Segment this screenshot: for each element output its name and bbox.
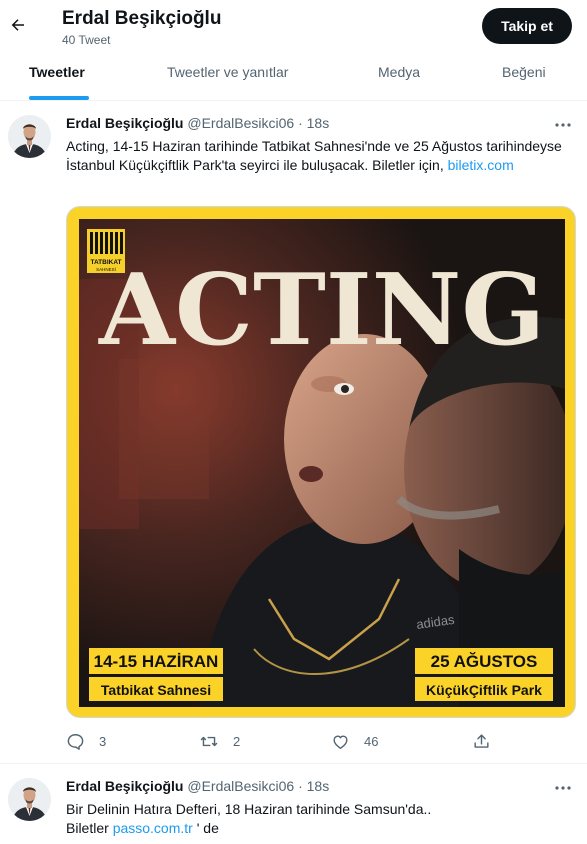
like-count: 46 — [364, 733, 379, 749]
tab-tweets-and-replies[interactable]: Tweetler ve yanıtlar — [167, 52, 288, 101]
tweet-body-pre: Biletler — [66, 820, 113, 836]
share-icon — [474, 733, 489, 748]
tweet-time[interactable]: 18s — [307, 778, 330, 794]
left-venue: Tatbikat Sahnesi — [101, 682, 211, 698]
tweet[interactable]: Erdal Beşikçioğlu @ErdalBesikci06 · 18s … — [0, 101, 587, 763]
tweet-body-line1: Bir Delinin Hatıra Defteri, 18 Haziran t… — [66, 801, 432, 817]
poster-photo: ACTING adidas TATBIKAT SAHNESİ 14-15 HAZ… — [79, 219, 565, 707]
back-button[interactable] — [4, 9, 32, 41]
reply-count: 3 — [99, 733, 107, 749]
tweet-body-post: ' de — [192, 820, 219, 836]
tweet-media[interactable]: ACTING adidas TATBIKAT SAHNESİ 14-15 HAZ… — [66, 206, 576, 718]
retweet-count: 2 — [233, 733, 241, 749]
tweet-time[interactable]: 18s — [307, 115, 330, 131]
author-name[interactable]: Erdal Beşikçioğlu — [66, 778, 183, 794]
logo-subtext: SAHNESİ — [96, 266, 116, 272]
arrow-left-icon — [11, 19, 24, 31]
more-horizontal-icon — [555, 786, 571, 790]
tweet-header: Erdal Beşikçioğlu @ErdalBesikci06 · 18s — [66, 115, 329, 131]
poster-title: ACTING — [98, 253, 545, 368]
right-date: 25 AĞUSTOS — [431, 652, 538, 671]
author-name[interactable]: Erdal Beşikçioğlu — [66, 115, 183, 131]
tweet-body-line2: Biletler passo.com.tr ' de — [66, 819, 572, 838]
tweet[interactable]: Erdal Beşikçioğlu @ErdalBesikci06 · 18s … — [0, 764, 587, 844]
tab-likes[interactable]: Beğeni — [502, 52, 546, 101]
more-horizontal-icon — [555, 123, 571, 127]
tweet-count: 40 Tweet — [62, 33, 111, 47]
tweet-actions: 3 2 46 — [66, 730, 496, 752]
more-options-button[interactable] — [552, 781, 574, 795]
separator-dot: · — [298, 115, 303, 131]
logo-text: TATBIKAT — [90, 259, 121, 266]
active-tab-indicator — [29, 96, 89, 100]
follow-button[interactable]: Takip et — [482, 8, 572, 44]
avatar[interactable] — [8, 778, 51, 821]
profile-header: Erdal Beşikçioğlu 40 Tweet Takip et — [0, 0, 587, 52]
profile-tabs: Tweetler Tweetler ve yanıtlar Medya Beğe… — [0, 52, 587, 101]
retweet-button[interactable]: 2 — [199, 730, 240, 752]
heart-icon — [333, 734, 348, 749]
reply-icon — [67, 733, 84, 750]
author-handle[interactable]: @ErdalBesikci06 — [187, 115, 294, 131]
tweet-header: Erdal Beşikçioğlu @ErdalBesikci06 · 18s — [66, 778, 329, 794]
separator-dot: · — [298, 778, 303, 794]
right-venue: KüçükÇiftlik Park — [426, 682, 542, 698]
like-button[interactable]: 46 — [331, 730, 378, 752]
share-button[interactable] — [472, 730, 491, 752]
profile-name: Erdal Beşikçioğlu — [62, 8, 222, 29]
tweet-text: Bir Delinin Hatıra Defteri, 18 Haziran t… — [66, 800, 572, 838]
retweet-icon — [200, 736, 218, 746]
tweet-link[interactable]: passo.com.tr — [113, 820, 193, 836]
tab-media[interactable]: Medya — [378, 52, 420, 101]
reply-button[interactable]: 3 — [66, 730, 106, 752]
tweet-text: Acting, 14-15 Haziran tarihinde Tatbikat… — [66, 137, 572, 175]
left-date: 14-15 HAZİRAN — [94, 652, 219, 671]
tab-tweets[interactable]: Tweetler — [29, 52, 85, 101]
tweet-link[interactable]: biletix.com — [448, 157, 514, 173]
author-handle[interactable]: @ErdalBesikci06 — [187, 778, 294, 794]
avatar[interactable] — [8, 115, 51, 158]
more-options-button[interactable] — [552, 118, 574, 132]
